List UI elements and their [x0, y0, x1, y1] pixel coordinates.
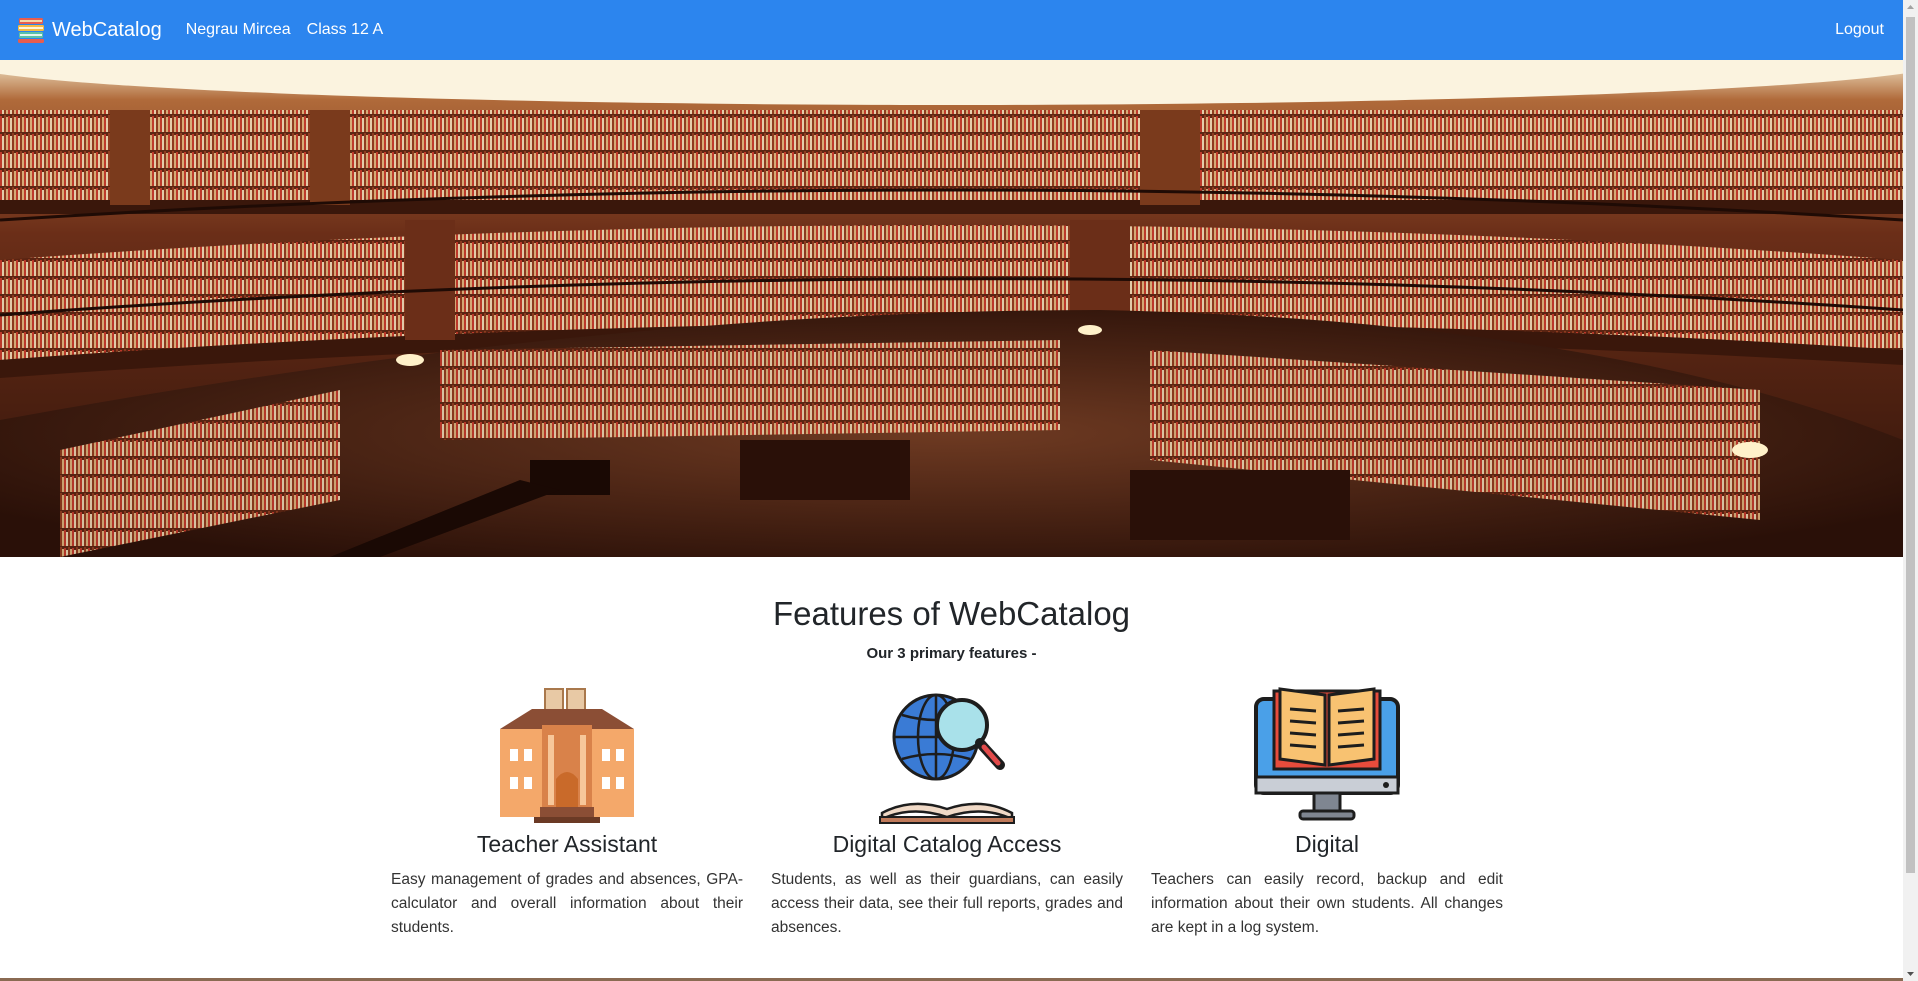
nav-user-name[interactable]: Negrau Mircea [186, 21, 291, 39]
vertical-scrollbar[interactable] [1903, 0, 1918, 981]
top-navbar: WebCatalog Negrau Mircea Class 12 A Logo… [0, 0, 1903, 60]
monitor-book-icon [1254, 687, 1400, 821]
books-logo-icon [18, 18, 44, 43]
feature-title: Teacher Assistant [476, 831, 658, 857]
feature-description: Teachers can easily record, backup and e… [1151, 871, 1503, 936]
scrollbar-thumb[interactable] [1906, 17, 1915, 873]
globe-magnifier-book-icon [879, 693, 1015, 824]
feature-description: Students, as well as their guardians, ca… [771, 871, 1123, 936]
features-title: Features of WebCatalog [772, 595, 1131, 632]
feature-card-digital-catalog-access: Digital Catalog Access Students, as well… [771, 685, 1123, 940]
scroll-up-arrow-icon[interactable] [1903, 0, 1918, 15]
school-building-icon [500, 688, 634, 823]
nav-class-label[interactable]: Class 12 A [307, 21, 383, 39]
main-column: WebCatalog Negrau Mircea Class 12 A Logo… [0, 0, 1903, 981]
feature-card-digital: Digital Teachers can easily record, back… [1151, 685, 1503, 940]
features-subtitle: Our 3 primary features - [866, 645, 1037, 662]
hero-library-image [0, 60, 1903, 557]
feature-title: Digital [1295, 831, 1359, 857]
feature-card-teacher-assistant: Teacher Assistant Easy management of gra… [391, 685, 743, 940]
logout-link[interactable]: Logout [1835, 21, 1884, 39]
scroll-down-arrow-icon[interactable] [1903, 966, 1918, 981]
brand-name: WebCatalog [52, 18, 162, 41]
page: WebCatalog Negrau Mircea Class 12 A Logo… [0, 0, 1918, 981]
library-interior-illustration [0, 60, 1903, 557]
brand-link[interactable]: WebCatalog [16, 15, 162, 45]
feature-description: Easy management of grades and absences, … [391, 871, 743, 936]
feature-title: Digital Catalog Access [832, 831, 1062, 857]
